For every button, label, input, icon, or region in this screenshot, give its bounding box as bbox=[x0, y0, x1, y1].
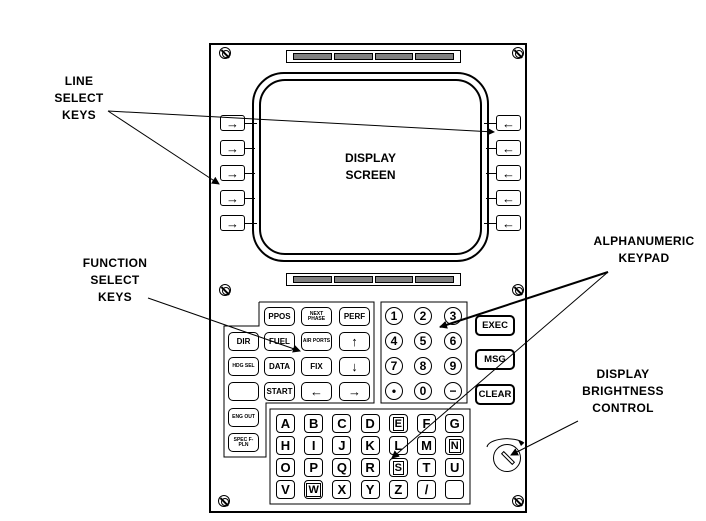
leader-line-lsk-left bbox=[107, 110, 220, 185]
leader-line-numeric-keypad bbox=[439, 271, 609, 329]
leader-line-lsk-right bbox=[107, 110, 495, 136]
leader-line-function-keys bbox=[147, 297, 301, 353]
leader-line-brightness bbox=[510, 420, 579, 456]
leader-line-alpha-keypad bbox=[391, 271, 609, 459]
leader-lines bbox=[107, 110, 609, 459]
